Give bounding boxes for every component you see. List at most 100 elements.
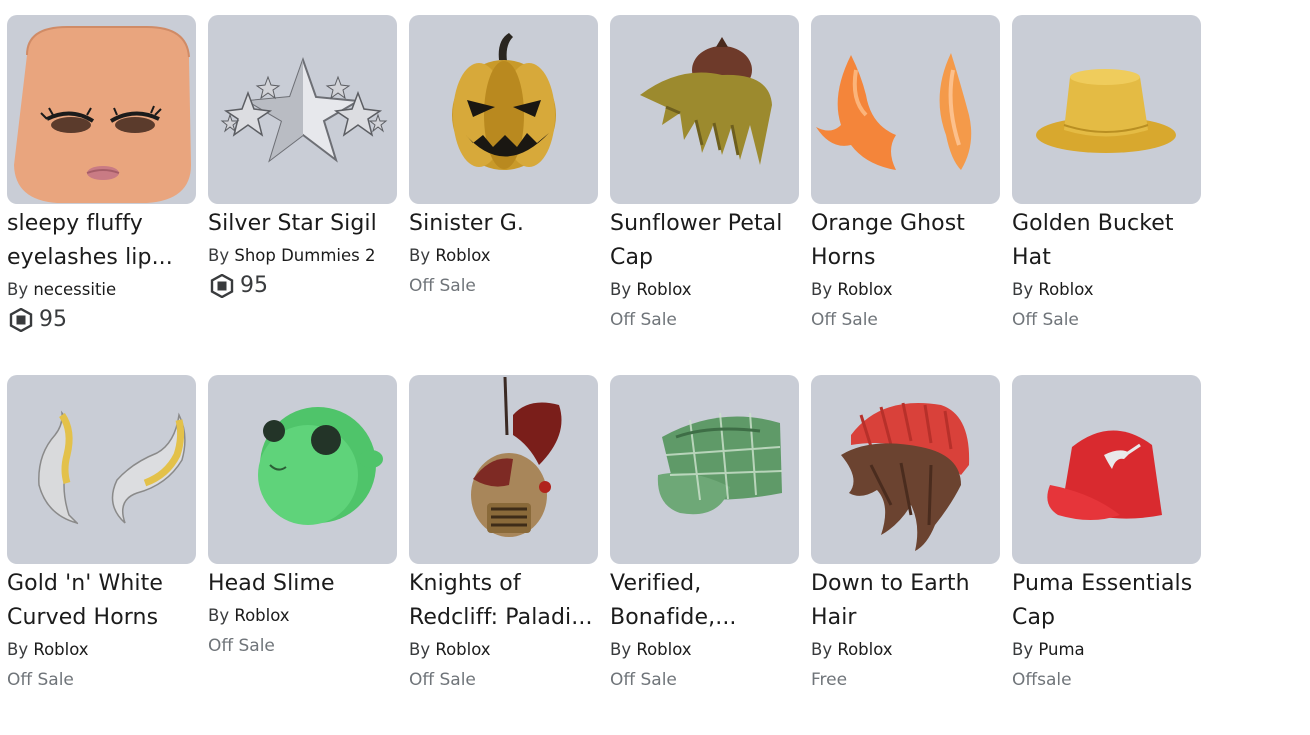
by-label: By	[811, 640, 833, 659]
price-value: 95	[39, 307, 67, 332]
by-label: By	[1012, 280, 1034, 299]
catalog-item-card[interactable]: Gold 'n' White Curved Horns By Roblox Of…	[7, 375, 196, 735]
by-label: By	[7, 280, 29, 299]
item-price: Off Sale	[811, 310, 878, 330]
plaid-cap-image	[657, 412, 783, 515]
creator-link[interactable]: Roblox	[435, 246, 490, 265]
puma-cap-image	[1047, 430, 1162, 520]
item-name[interactable]: Gold 'n' White Curved Horns	[7, 567, 196, 635]
item-thumbnail[interactable]	[7, 15, 196, 204]
item-creator: By necessitie	[7, 275, 196, 305]
catalog-item-card[interactable]: Sinister G. By Roblox Off Sale	[409, 15, 598, 375]
by-label: By	[409, 246, 431, 265]
item-creator: By Roblox	[1012, 275, 1201, 305]
robux-icon	[210, 274, 234, 298]
item-name[interactable]: Puma Essentials Cap	[1012, 567, 1201, 635]
item-price: Off Sale	[409, 276, 476, 296]
face-thumbnail-image	[14, 26, 191, 203]
item-name[interactable]: Head Slime	[208, 567, 397, 601]
by-label: By	[1012, 640, 1034, 659]
item-thumbnail[interactable]	[208, 15, 397, 204]
item-price: Off Sale	[1012, 310, 1079, 330]
catalog-grid: sleepy fluffy eyelashes lip... By necess…	[7, 15, 1201, 735]
beanie-hair-image	[841, 402, 970, 551]
item-price: Off Sale	[409, 670, 476, 690]
by-label: By	[208, 606, 230, 625]
item-name[interactable]: Orange Ghost Horns	[811, 207, 1000, 275]
creator-link[interactable]: Roblox	[33, 640, 88, 659]
by-label: By	[610, 280, 632, 299]
item-name[interactable]: Sunflower Petal Cap	[610, 207, 799, 275]
item-thumbnail[interactable]	[1012, 15, 1201, 204]
knight-helmet-image	[471, 376, 562, 537]
item-price: Off Sale	[610, 670, 677, 690]
creator-link[interactable]: Shop Dummies 2	[234, 246, 375, 265]
by-label: By	[811, 280, 833, 299]
price-value: 95	[240, 273, 268, 298]
item-thumbnail[interactable]	[7, 375, 196, 564]
item-name[interactable]: Knights of Redcliff: Paladi...	[409, 567, 598, 635]
item-creator: By Roblox	[7, 635, 196, 665]
item-creator: By Roblox	[811, 275, 1000, 305]
item-creator: By Roblox	[409, 241, 598, 271]
creator-link[interactable]: Roblox	[837, 640, 892, 659]
item-thumbnail[interactable]	[610, 375, 799, 564]
item-price: Off Sale	[7, 670, 74, 690]
catalog-item-card[interactable]: Down to Earth Hair By Roblox Free	[811, 375, 1000, 735]
catalog-item-card[interactable]: Silver Star Sigil By Shop Dummies 2 95	[208, 15, 397, 375]
item-price: 95	[7, 305, 196, 335]
catalog-item-card[interactable]: Knights of Redcliff: Paladi... By Roblox…	[409, 375, 598, 735]
curved-horns-image	[38, 410, 186, 525]
item-price: Free	[811, 670, 848, 690]
catalog-item-card[interactable]: Verified, Bonafide,... By Roblox Off Sal…	[610, 375, 799, 735]
catalog-item-card[interactable]: Sunflower Petal Cap By Roblox Off Sale	[610, 15, 799, 375]
item-name[interactable]: Down to Earth Hair	[811, 567, 1000, 635]
catalog-item-card[interactable]: Golden Bucket Hat By Roblox Off Sale	[1012, 15, 1201, 375]
bucket-hat-image	[1036, 69, 1176, 153]
item-creator: By Roblox	[409, 635, 598, 665]
item-name[interactable]: Sinister G.	[409, 207, 598, 241]
by-label: By	[610, 640, 632, 659]
creator-link[interactable]: Roblox	[234, 606, 289, 625]
item-price: Off Sale	[208, 636, 275, 656]
item-name[interactable]: Golden Bucket Hat	[1012, 207, 1201, 275]
item-thumbnail[interactable]	[409, 15, 598, 204]
item-thumbnail[interactable]	[409, 375, 598, 564]
orange-horns-image	[816, 53, 972, 170]
catalog-item-card[interactable]: Puma Essentials Cap By Puma Offsale	[1012, 375, 1201, 735]
item-thumbnail[interactable]	[208, 375, 397, 564]
by-label: By	[208, 246, 230, 265]
by-label: By	[409, 640, 431, 659]
item-creator: By Puma	[1012, 635, 1201, 665]
catalog-item-card[interactable]: Head Slime By Roblox Off Sale	[208, 375, 397, 735]
item-price: Off Sale	[610, 310, 677, 330]
creator-link[interactable]: Puma	[1038, 640, 1084, 659]
creator-link[interactable]: Roblox	[636, 640, 691, 659]
item-thumbnail[interactable]	[811, 15, 1000, 204]
catalog-item-card[interactable]: Orange Ghost Horns By Roblox Off Sale	[811, 15, 1000, 375]
robux-icon	[9, 308, 33, 332]
item-name[interactable]: Verified, Bonafide,...	[610, 567, 799, 635]
item-thumbnail[interactable]	[1012, 375, 1201, 564]
item-name[interactable]: Silver Star Sigil	[208, 207, 397, 241]
creator-link[interactable]: Roblox	[1038, 280, 1093, 299]
pumpkin-image	[452, 33, 556, 170]
by-label: By	[7, 640, 29, 659]
item-thumbnail[interactable]	[811, 375, 1000, 564]
creator-link[interactable]: Roblox	[837, 280, 892, 299]
creator-link[interactable]: Roblox	[435, 640, 490, 659]
slime-image	[258, 407, 383, 525]
creator-link[interactable]: Roblox	[636, 280, 691, 299]
item-creator: By Shop Dummies 2	[208, 241, 397, 271]
item-thumbnail[interactable]	[610, 15, 799, 204]
catalog-item-card[interactable]: sleepy fluffy eyelashes lip... By necess…	[7, 15, 196, 375]
item-creator: By Roblox	[610, 635, 799, 665]
item-price: Offsale	[1012, 670, 1072, 690]
petal-cap-image	[640, 37, 772, 165]
silver-stars-image	[220, 56, 388, 163]
creator-link[interactable]: necessitie	[33, 280, 116, 299]
item-name[interactable]: sleepy fluffy eyelashes lip...	[7, 207, 196, 275]
item-creator: By Roblox	[811, 635, 1000, 665]
item-creator: By Roblox	[610, 275, 799, 305]
item-creator: By Roblox	[208, 601, 397, 631]
